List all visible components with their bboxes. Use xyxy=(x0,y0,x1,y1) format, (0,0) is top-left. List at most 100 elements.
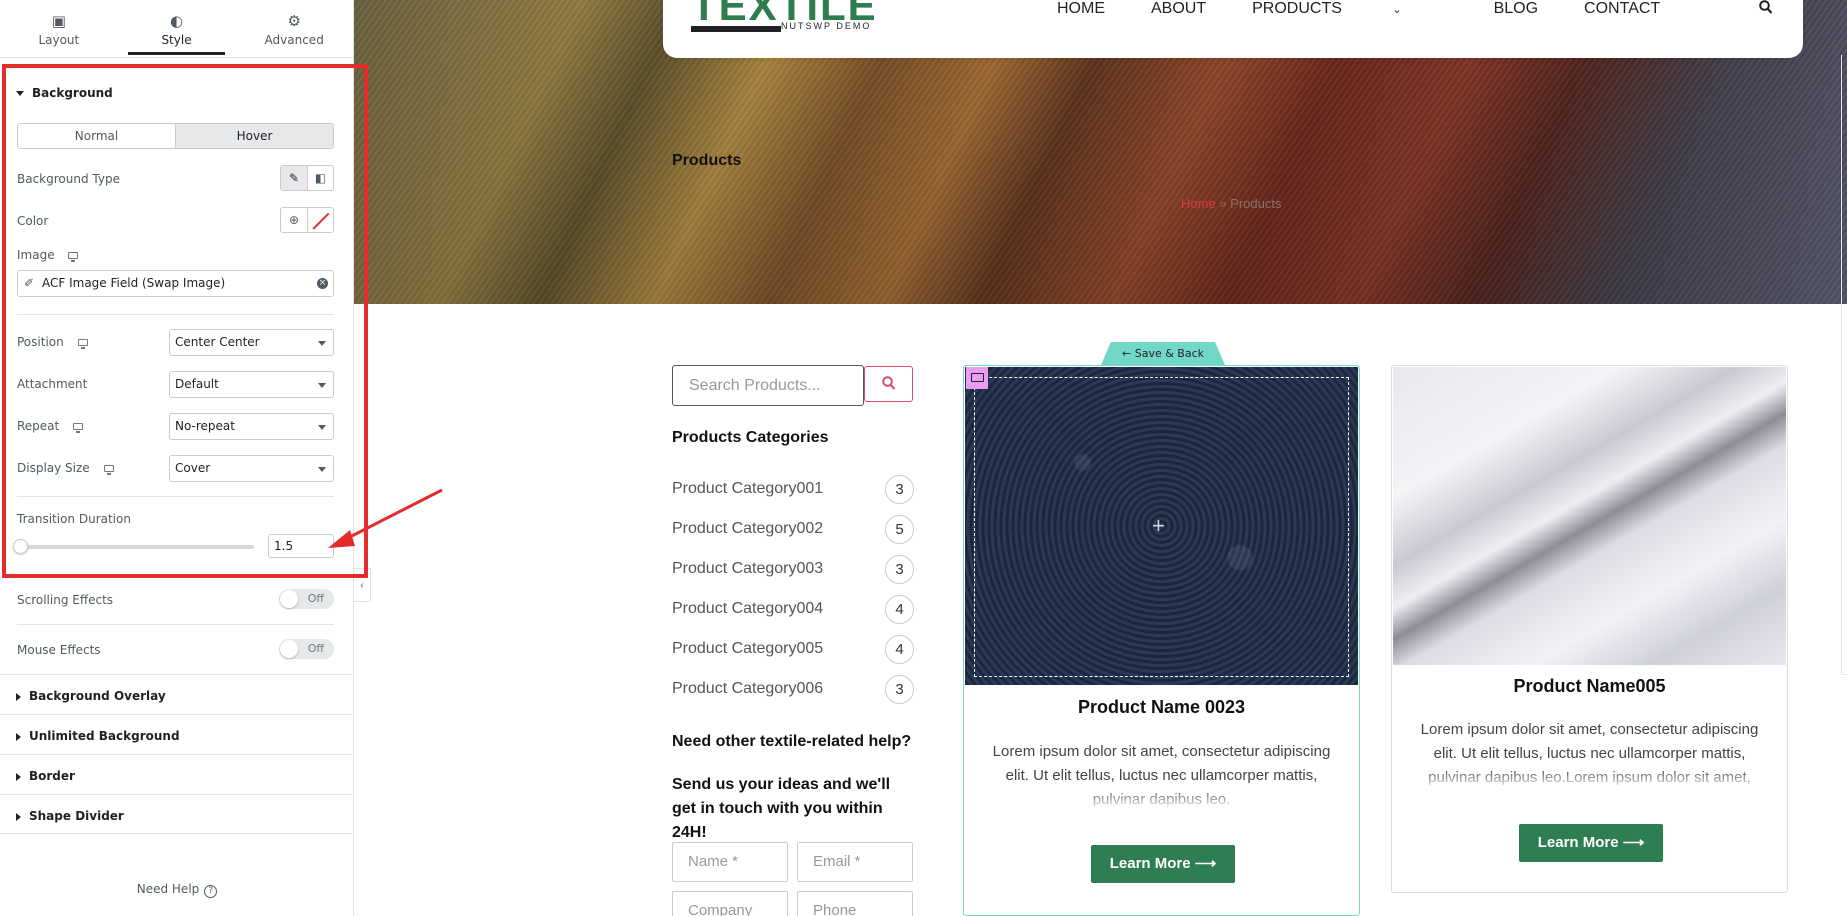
breadcrumb-separator: » xyxy=(1219,196,1227,211)
category-count: 4 xyxy=(885,595,914,624)
repeat-label: Repeat xyxy=(17,419,84,433)
tab-layout[interactable]: ▣ Layout xyxy=(0,0,118,57)
contrast-icon: ◐ xyxy=(169,12,184,30)
gradient-icon[interactable]: ◧ xyxy=(307,166,333,190)
breadcrumb-home[interactable]: Home xyxy=(1181,196,1216,211)
divider xyxy=(17,496,334,497)
name-field[interactable]: Name * xyxy=(672,842,788,882)
category-item[interactable]: Product Category001 3 xyxy=(672,475,914,504)
logo-subtitle: NUTSWP DEMO xyxy=(781,21,872,31)
position-select[interactable]: Center Center xyxy=(169,329,334,356)
section-header: Border xyxy=(16,769,75,783)
category-name: Product Category004 xyxy=(672,600,824,617)
category-name: Product Category001 xyxy=(672,480,824,497)
product-search-input[interactable]: Search Products... xyxy=(672,365,864,406)
tab-advanced[interactable]: ⚙ Advanced xyxy=(235,0,353,57)
display-size-label-text: Display Size xyxy=(17,461,90,475)
panel-collapse-button[interactable]: ‹ xyxy=(354,568,371,602)
transition-slider-track[interactable] xyxy=(20,545,254,549)
background-type-label: Background Type xyxy=(17,172,120,186)
section-unlimited-background[interactable]: Unlimited Background xyxy=(0,714,354,754)
transition-duration-input[interactable]: 1.5 xyxy=(268,534,334,558)
section-label: Background Overlay xyxy=(29,689,166,703)
category-count: 4 xyxy=(885,635,914,664)
category-item[interactable]: Product Category004 4 xyxy=(672,595,914,624)
category-name: Product Category003 xyxy=(672,560,824,577)
repeat-select[interactable]: No-repeat xyxy=(169,413,334,440)
save-back-button[interactable]: ← Save & Back xyxy=(1101,342,1225,365)
scrolling-effects-toggle[interactable]: Off xyxy=(279,589,334,609)
nav-about[interactable]: ABOUT xyxy=(1151,0,1206,19)
transition-slider-handle[interactable] xyxy=(13,539,28,554)
globe-icon[interactable]: ⊕ xyxy=(281,208,307,232)
editor-panel: ▣ Layout ◐ Style ⚙ Advanced Background N… xyxy=(0,0,354,916)
chevron-down-icon: ⌄ xyxy=(1392,4,1402,16)
tab-style[interactable]: ◐ Style xyxy=(118,0,236,57)
need-help-label: Need Help xyxy=(136,882,200,896)
image-label: Image xyxy=(17,248,79,262)
section-shape-divider[interactable]: Shape Divider xyxy=(0,794,354,834)
nav-home[interactable]: HOME xyxy=(1057,0,1105,19)
product-search-button[interactable] xyxy=(864,366,913,402)
section-label: Border xyxy=(29,769,75,783)
hover-tab[interactable]: Hover xyxy=(175,124,333,148)
desktop-icon[interactable] xyxy=(73,423,84,433)
category-count: 3 xyxy=(885,675,914,704)
plus-icon[interactable]: + xyxy=(1152,515,1165,537)
widget-handle-icon[interactable] xyxy=(966,367,988,389)
category-item[interactable]: Product Category003 3 xyxy=(672,555,914,584)
desktop-icon[interactable] xyxy=(77,339,88,349)
company-field[interactable]: Company xyxy=(672,891,788,916)
clear-icon[interactable]: × xyxy=(317,278,328,289)
desktop-icon[interactable] xyxy=(68,252,79,262)
search-icon[interactable] xyxy=(1759,0,1773,21)
product-card[interactable]: Product Name005 Lorem ipsum dolor sit am… xyxy=(1391,365,1788,893)
tab-label: Advanced xyxy=(264,33,324,47)
learn-more-button[interactable]: Learn More ⟶ xyxy=(1519,824,1663,862)
mouse-effects-toggle[interactable]: Off xyxy=(279,639,334,659)
nav-contact[interactable]: CONTACT xyxy=(1584,0,1660,19)
nav-blog[interactable]: BLOG xyxy=(1494,0,1538,19)
caret-right-icon xyxy=(16,812,21,821)
attachment-select[interactable]: Default xyxy=(169,371,334,398)
section-label: Shape Divider xyxy=(29,809,124,823)
help-text: Send us your ideas and we'll get in touc… xyxy=(672,776,891,841)
category-name: Product Category002 xyxy=(672,520,824,537)
no-color-swatch[interactable] xyxy=(307,208,333,232)
category-item[interactable]: Product Category005 4 xyxy=(672,635,914,664)
category-item[interactable]: Product Category002 5 xyxy=(672,515,914,544)
section-header: Unlimited Background xyxy=(16,729,180,743)
arrow-left-icon: ← xyxy=(1122,347,1132,360)
attachment-label: Attachment xyxy=(17,377,88,391)
display-size-select[interactable]: Cover xyxy=(169,455,334,482)
section-label: Unlimited Background xyxy=(29,729,180,743)
desktop-icon[interactable] xyxy=(103,465,114,475)
help-icon: ? xyxy=(204,885,218,898)
site-header: TEXTILE NUTSWP DEMO HOME ABOUT PRODUCTS … xyxy=(663,0,1803,58)
brush-icon[interactable]: ✎ xyxy=(281,166,307,190)
display-size-label: Display Size xyxy=(17,461,114,475)
category-name: Product Category005 xyxy=(672,640,824,657)
email-field[interactable]: Email * xyxy=(797,842,913,882)
phone-field[interactable]: Phone xyxy=(797,891,913,916)
repeat-label-text: Repeat xyxy=(17,419,60,433)
category-item[interactable]: Product Category006 3 xyxy=(672,675,914,704)
main-nav: HOME ABOUT PRODUCTS ⌄ BLOG CONTACT xyxy=(1057,0,1706,19)
acf-image-field[interactable]: ✐ ACF Image Field (Swap Image) × xyxy=(17,270,334,297)
nav-products[interactable]: PRODUCTS ⌄ xyxy=(1252,0,1447,19)
section-background[interactable]: Background xyxy=(16,86,113,100)
preview-scrollbar[interactable] xyxy=(1841,55,1847,675)
need-help-link[interactable]: Need Help? xyxy=(0,882,354,898)
caret-right-icon xyxy=(16,732,21,741)
learn-more-button[interactable]: Learn More ⟶ xyxy=(1091,845,1235,883)
normal-tab[interactable]: Normal xyxy=(18,124,175,148)
section-border[interactable]: Border xyxy=(0,754,354,794)
caret-down-icon xyxy=(16,91,24,96)
categories-title: Products Categories xyxy=(672,429,829,446)
panel-tabs: ▣ Layout ◐ Style ⚙ Advanced xyxy=(0,0,353,58)
logo-bar xyxy=(691,26,781,32)
category-count: 5 xyxy=(885,515,914,544)
section-background-overlay[interactable]: Background Overlay xyxy=(0,674,354,714)
product-title: Product Name005 xyxy=(1513,676,1666,696)
tab-label: Style xyxy=(161,33,192,47)
